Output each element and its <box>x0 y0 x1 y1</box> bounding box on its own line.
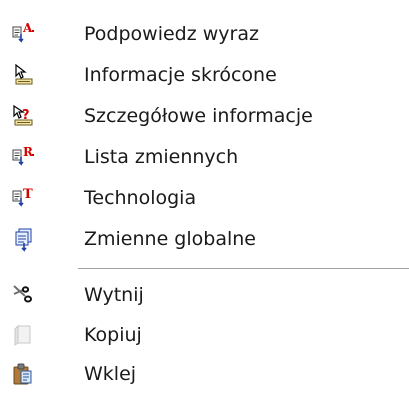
menu-item-label: Wytnij <box>84 284 144 306</box>
menu-item-label: Zmienne globalne <box>84 228 256 250</box>
menu-item-cut[interactable]: Wytnij <box>0 277 409 313</box>
variables-list-icon: R <box>12 145 34 166</box>
suggest-word-icon: A <box>12 21 34 43</box>
menu-item-label: Podpowiedz wyraz <box>84 23 259 45</box>
copy-icon <box>14 324 31 346</box>
menu-item-label: Wklej <box>84 363 137 385</box>
svg-text:R: R <box>23 145 34 159</box>
technology-icon: T <box>12 187 33 207</box>
menu-item-copy[interactable]: Kopiuj <box>0 317 409 353</box>
menu-item-suggest-word[interactable]: A Podpowiedz wyraz <box>0 16 409 52</box>
svg-text:T: T <box>23 187 33 202</box>
menu-separator <box>78 268 409 270</box>
menu-item-label: Technologia <box>84 187 197 209</box>
detailed-info-icon: ? <box>13 104 33 126</box>
paste-icon <box>13 363 32 385</box>
svg-text:A: A <box>22 21 33 35</box>
menu-item-label: Informacje skrócone <box>84 64 277 86</box>
context-menu: A Podpowiedz wyraz Informacje skrócone ?… <box>0 0 409 398</box>
menu-item-label: Lista zmiennych <box>84 146 239 168</box>
menu-item-variables-list[interactable]: R Lista zmiennych <box>0 139 409 175</box>
short-info-icon <box>15 63 33 85</box>
scissors-icon <box>13 285 32 303</box>
menu-item-short-info[interactable]: Informacje skrócone <box>0 57 409 93</box>
menu-item-detailed-info[interactable]: ? Szczegółowe informacje <box>0 98 409 134</box>
menu-item-label: Szczegółowe informacje <box>84 105 313 127</box>
menu-item-label: Kopiuj <box>84 324 142 346</box>
menu-item-global-variables[interactable]: Zmienne globalne <box>0 221 409 257</box>
global-variables-icon <box>15 228 32 252</box>
menu-item-paste[interactable]: Wklej <box>0 356 409 392</box>
menu-item-technology[interactable]: T Technologia <box>0 180 409 216</box>
